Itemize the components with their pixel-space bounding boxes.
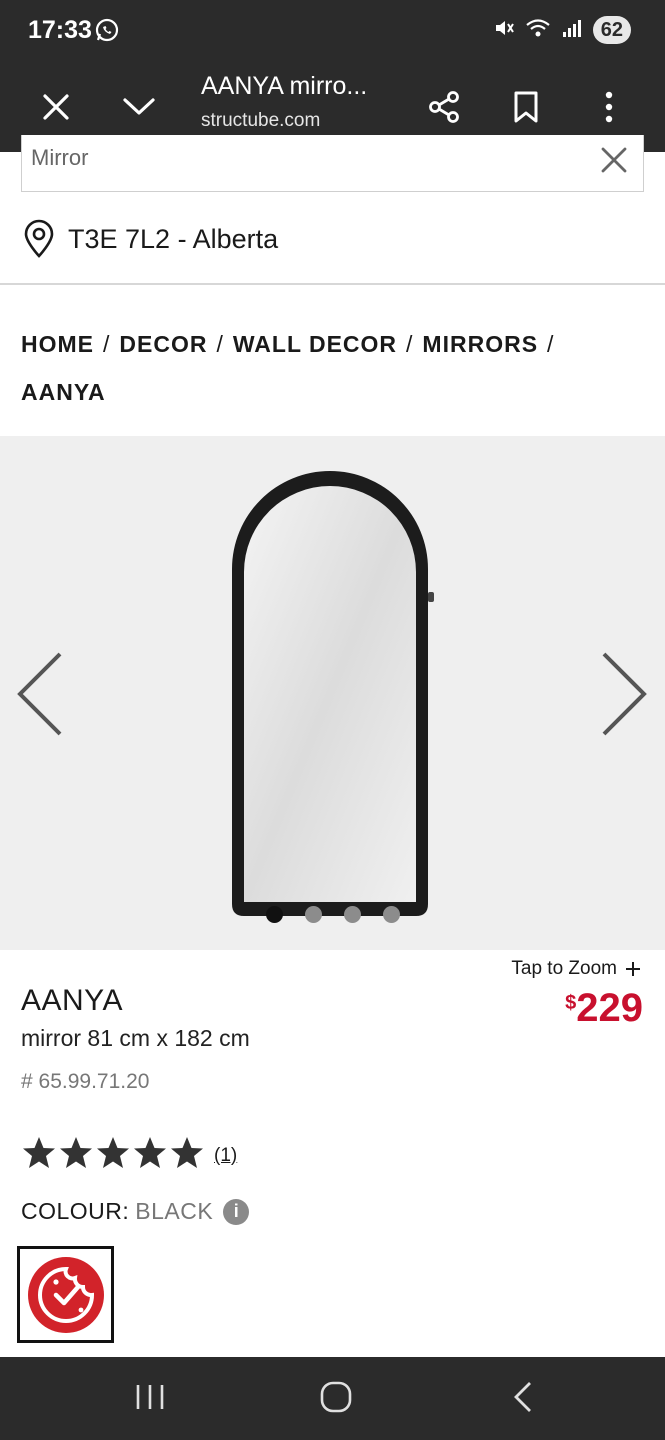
- plus-icon: [626, 962, 640, 976]
- clear-search-button[interactable]: [599, 145, 629, 180]
- battery-indicator: 62: [592, 16, 631, 44]
- breadcrumb-separator: /: [406, 331, 414, 357]
- product-price: $229: [565, 986, 643, 1031]
- product-image-carousel[interactable]: [0, 436, 665, 950]
- back-icon: [514, 1382, 531, 1412]
- bookmark-button[interactable]: [501, 82, 551, 132]
- search-value: Mirror: [31, 145, 89, 170]
- chevron-right-icon: [602, 652, 647, 736]
- product-name: AANYA: [21, 984, 123, 1017]
- share-button[interactable]: [419, 82, 469, 132]
- breadcrumb-home[interactable]: HOME: [21, 331, 94, 357]
- breadcrumb-mirrors[interactable]: MIRRORS: [422, 331, 538, 357]
- whatsapp-icon: [94, 17, 120, 48]
- chevron-left-icon: [17, 652, 62, 736]
- cookie-consent-button[interactable]: [17, 1246, 114, 1343]
- status-bar: 17:33 62: [0, 0, 665, 62]
- colour-label: COLOUR:: [21, 1198, 130, 1224]
- product-description: mirror 81 cm x 182 cm: [21, 1025, 250, 1051]
- colour-selector-label: COLOUR: BLACK i: [21, 1198, 250, 1225]
- store-location[interactable]: T3E 7L2 - Alberta: [22, 217, 278, 261]
- close-icon: [601, 147, 627, 173]
- carousel-dot[interactable]: [344, 906, 361, 923]
- carousel-dot[interactable]: [383, 906, 400, 923]
- carousel-dot[interactable]: [305, 906, 322, 923]
- info-icon[interactable]: i: [223, 1198, 250, 1225]
- recent-apps-icon: [136, 1385, 164, 1409]
- system-navigation-bar: [0, 1357, 665, 1440]
- breadcrumb-separator: /: [103, 331, 111, 357]
- colour-value: BLACK: [135, 1198, 214, 1224]
- price-value: 229: [576, 986, 643, 1030]
- tap-to-zoom-button[interactable]: Tap to Zoom: [511, 958, 641, 980]
- home-button[interactable]: [318, 1379, 354, 1420]
- status-time: 17:33: [28, 16, 92, 44]
- close-tab-button[interactable]: [31, 82, 81, 132]
- divider: [0, 283, 665, 285]
- product-image[interactable]: [220, 464, 450, 919]
- breadcrumb-current: AANYA: [21, 379, 106, 405]
- carousel-dot[interactable]: [266, 906, 283, 923]
- breadcrumb-wall-decor[interactable]: WALL DECOR: [233, 331, 397, 357]
- zoom-label: Tap to Zoom: [511, 958, 617, 979]
- star-rating: [21, 1135, 206, 1177]
- minimize-tab-button[interactable]: [114, 82, 164, 132]
- chevron-down-icon: [123, 98, 155, 115]
- page-title: AANYA mirro...: [201, 72, 368, 100]
- location-pin-icon: [24, 219, 54, 258]
- breadcrumb-separator: /: [216, 331, 224, 357]
- bookmark-icon: [514, 91, 538, 123]
- product-rating[interactable]: (1): [21, 1135, 237, 1177]
- signal-icon: [561, 17, 583, 44]
- product-sku: # 65.99.71.20: [21, 1070, 150, 1093]
- breadcrumb-separator: /: [547, 331, 555, 357]
- carousel-indicators: [266, 906, 400, 923]
- breadcrumb: HOME / DECOR / WALL DECOR / MIRRORS / AANYA: [21, 320, 631, 416]
- home-icon: [320, 1381, 352, 1413]
- review-count-link[interactable]: (1): [214, 1145, 237, 1167]
- location-label: T3E 7L2 - Alberta: [68, 223, 279, 254]
- recent-apps-button[interactable]: [134, 1379, 166, 1420]
- stars-icon: [23, 1137, 203, 1168]
- more-vert-icon: [605, 91, 613, 123]
- next-image-button[interactable]: [598, 650, 650, 743]
- page-url[interactable]: structube.com: [201, 110, 320, 132]
- cookie-check-icon: [27, 1256, 104, 1333]
- more-menu-button[interactable]: [584, 82, 634, 132]
- breadcrumb-decor[interactable]: DECOR: [119, 331, 207, 357]
- share-icon: [429, 91, 459, 123]
- close-icon: [43, 94, 69, 120]
- previous-image-button[interactable]: [14, 650, 66, 743]
- price-currency: $: [565, 992, 577, 1014]
- back-button[interactable]: [510, 1379, 536, 1420]
- mute-icon: [493, 17, 515, 44]
- status-icons: 62: [493, 16, 631, 44]
- search-input[interactable]: Mirror: [21, 135, 644, 192]
- wifi-icon: [525, 17, 551, 44]
